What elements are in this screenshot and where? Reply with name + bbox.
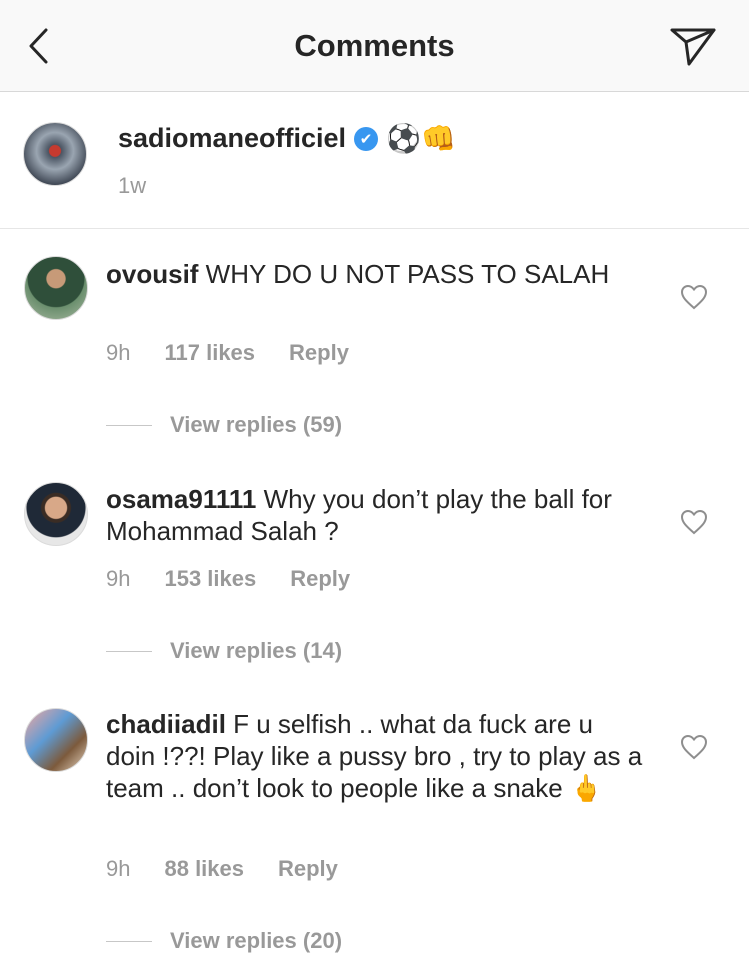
avatar[interactable] — [23, 122, 87, 186]
replies-divider — [106, 424, 152, 426]
post-caption: sadiomaneofficiel ✔ ⚽👊 1w — [0, 93, 749, 229]
top-nav-bar: Comments — [0, 0, 749, 92]
comment-body: ovousif WHY DO U NOT PASS TO SALAH — [106, 258, 646, 290]
reply-button[interactable]: Reply — [289, 340, 349, 366]
avatar[interactable] — [24, 482, 88, 546]
comment-meta: 9h 117 likes Reply — [106, 340, 349, 366]
view-replies-button[interactable]: View replies (20) — [106, 928, 342, 954]
comment-likes[interactable]: 88 likes — [164, 856, 244, 882]
view-replies-label: View replies (59) — [170, 412, 343, 437]
comment-username[interactable]: chadiiadil — [106, 709, 226, 739]
heart-icon[interactable] — [680, 734, 708, 760]
comment-timestamp: 9h — [106, 340, 131, 365]
comment-text: WHY DO U NOT PASS TO SALAH — [198, 259, 610, 289]
comment-username[interactable]: osama91111 — [106, 484, 256, 514]
comment-body: chadiiadil F u selfish .. what da fuck a… — [106, 708, 646, 804]
caption-header: sadiomaneofficiel ✔ ⚽👊 — [118, 123, 456, 154]
caption-username[interactable]: sadiomaneofficiel — [118, 123, 346, 154]
replies-divider — [106, 650, 152, 652]
comment-timestamp: 9h — [106, 856, 131, 881]
comment-likes[interactable]: 117 likes — [164, 340, 255, 366]
avatar[interactable] — [24, 256, 88, 320]
replies-divider — [106, 940, 152, 942]
comment-meta: 9h 88 likes Reply — [106, 856, 338, 882]
view-replies-label: View replies (14) — [170, 638, 343, 663]
view-replies-label: View replies (20) — [170, 928, 343, 953]
comment-meta: 9h 153 likes Reply — [106, 566, 350, 592]
reply-button[interactable]: Reply — [290, 566, 350, 592]
verified-badge-icon: ✔ — [354, 126, 379, 151]
share-button[interactable] — [669, 24, 719, 68]
comment-timestamp: 9h — [106, 566, 131, 591]
heart-icon[interactable] — [680, 509, 708, 535]
paper-plane-icon — [670, 28, 716, 66]
view-replies-button[interactable]: View replies (14) — [106, 638, 342, 664]
comment-likes[interactable]: 153 likes — [164, 566, 256, 592]
avatar[interactable] — [24, 708, 88, 772]
view-replies-button[interactable]: View replies (59) — [106, 412, 342, 438]
reply-button[interactable]: Reply — [278, 856, 338, 882]
caption-timestamp: 1w — [118, 173, 147, 198]
comment-username[interactable]: ovousif — [106, 259, 198, 289]
heart-icon[interactable] — [680, 284, 708, 310]
comment-body: osama91111 Why you don’t play the ball f… — [106, 483, 646, 547]
page-title: Comments — [294, 28, 455, 63]
caption-emojis: ⚽👊 — [386, 122, 456, 154]
